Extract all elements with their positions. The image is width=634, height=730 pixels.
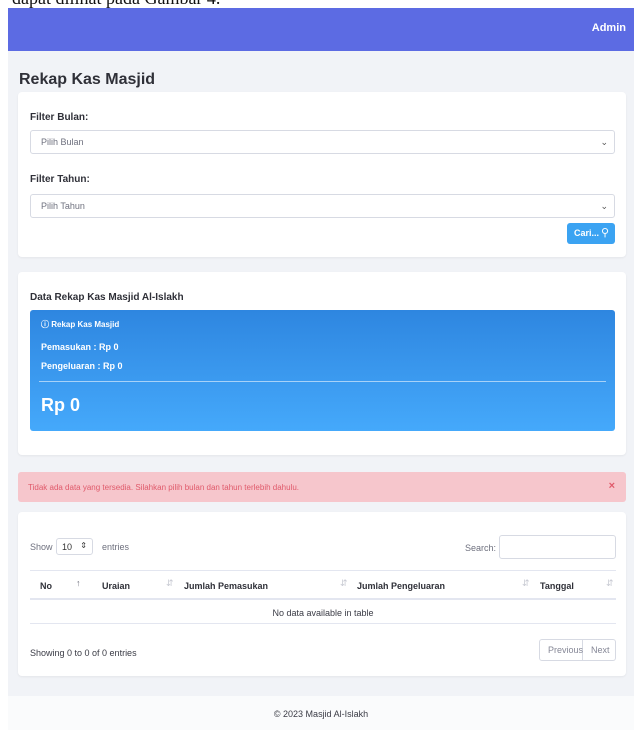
table-search-input[interactable] [499, 535, 616, 559]
filter-bulan-label: Filter Bulan: [30, 112, 89, 123]
footer: © 2023 Masjid Al-Islakh [8, 696, 634, 730]
column-header-pengeluaran[interactable]: Jumlah Pengeluaran [357, 581, 445, 591]
top-navbar: Admin [8, 8, 634, 51]
entries-label: entries [102, 542, 130, 552]
chevron-down-icon: ⌄ [600, 137, 608, 147]
tahun-select[interactable]: Pilih Tahun ⌄ [30, 194, 615, 218]
filter-tahun-label: Filter Tahun: [30, 174, 90, 185]
show-label: Show [30, 542, 53, 552]
infobox-header: ⓘ Rekap Kas Masjid [41, 319, 119, 330]
chevron-down-icon: ⌄ [600, 201, 608, 211]
page-title: Rekap Kas Masjid [19, 71, 156, 88]
summary-title: Data Rekap Kas Masjid Al-Islakh [30, 292, 184, 303]
sort-icon: ⇵ [340, 578, 348, 588]
table-empty-row: No data available in table [30, 602, 616, 624]
document-caption: dapat dilihat pada Gambar 4. [0, 0, 634, 8]
bulan-select-value: Pilih Bulan [41, 137, 84, 147]
bulan-select[interactable]: Pilih Bulan ⌄ [30, 130, 615, 154]
previous-page-button[interactable]: Previous [539, 639, 583, 661]
sort-icon: ⇵ [166, 578, 174, 588]
pengeluaran-text: Pengeluaran : Rp 0 [41, 361, 123, 371]
entries-select-value: 10 [62, 542, 73, 552]
table-header-row: No ↑ Uraian ⇵ Jumlah Pemasukan ⇵ Jumlah … [30, 570, 616, 600]
sort-icon: ⇵ [606, 578, 614, 588]
table-info: Showing 0 to 0 of 0 entries [30, 648, 137, 658]
entries-select[interactable]: 10 ⇕ [56, 538, 93, 555]
summary-infobox: ⓘ Rekap Kas Masjid Pemasukan : Rp 0 Peng… [30, 310, 615, 431]
summary-card: Data Rekap Kas Masjid Al-Islakh ⓘ Rekap … [18, 272, 626, 455]
next-page-button[interactable]: Next [583, 639, 616, 661]
caption-text: dapat dilihat pada Gambar 4. [12, 0, 220, 8]
total-amount: Rp 0 [41, 395, 81, 415]
info-circle-icon: ⓘ [41, 320, 49, 329]
filter-card: Filter Bulan: Pilih Bulan ⌄ Filter Tahun… [18, 92, 626, 257]
table-card: Show 10 ⇕ entries Search: No ↑ Uraian ⇵ … [18, 512, 626, 676]
search-label: Search: [465, 543, 497, 553]
search-button-label: Cari... [574, 228, 600, 238]
column-header-uraian[interactable]: Uraian [102, 581, 130, 591]
tahun-select-value: Pilih Tahun [41, 201, 85, 211]
search-icon: ⚲ [600, 227, 609, 239]
infobox-title: Rekap Kas Masjid [51, 320, 120, 329]
alert-message: Tidak ada data yang tersedia. Silahkan p… [28, 483, 300, 492]
divider [39, 381, 606, 382]
sort-icon: ⇵ [522, 578, 530, 588]
pemasukan-text: Pemasukan : Rp 0 [41, 342, 119, 352]
user-menu[interactable]: Admin [592, 22, 626, 34]
column-header-pemasukan[interactable]: Jumlah Pemasukan [184, 581, 268, 591]
column-header-no[interactable]: No [40, 581, 52, 591]
alert-danger: Tidak ada data yang tersedia. Silahkan p… [18, 472, 626, 502]
close-icon[interactable]: × [609, 480, 615, 492]
search-button[interactable]: Cari... ⚲ [567, 223, 615, 244]
sort-asc-icon: ↑ [76, 578, 81, 588]
sort-updown-icon: ⇕ [80, 541, 87, 550]
main-content: Rekap Kas Masjid Filter Bulan: Pilih Bul… [8, 51, 634, 696]
column-header-tanggal[interactable]: Tanggal [540, 581, 574, 591]
